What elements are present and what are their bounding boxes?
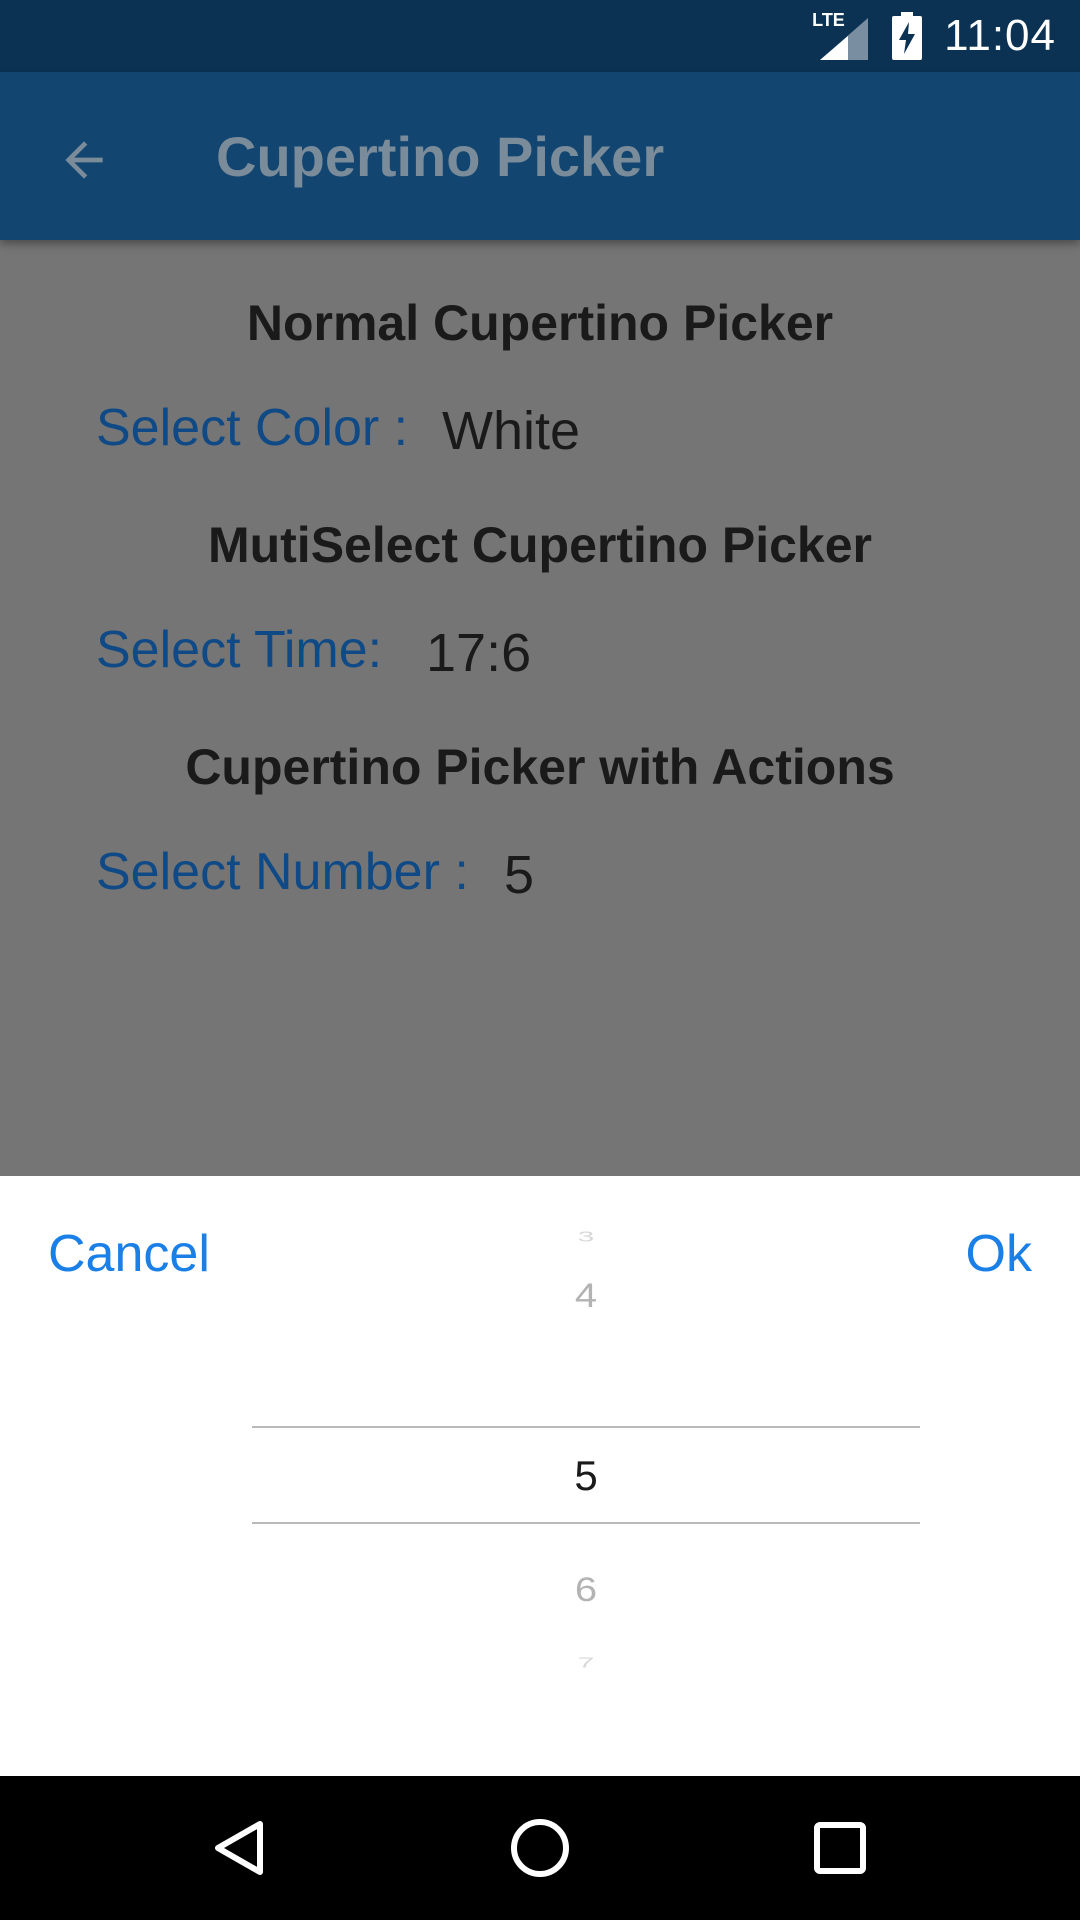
battery-charging-icon [892,12,923,60]
select-number-label[interactable]: Select Number : [96,842,469,902]
picker-item[interactable]: 6 [252,1571,920,1609]
navigation-bar [0,1776,1080,1920]
status-time: 11:04 [944,11,1056,60]
status-bar: LTE 11:04 [0,0,1080,72]
picker-selection-top-line [252,1426,920,1428]
app-bar: Cupertino Picker [0,72,1080,240]
ok-button[interactable]: Ok [966,1224,1032,1284]
nav-home-button[interactable] [504,1812,576,1884]
nav-recents-button[interactable] [804,1812,876,1884]
lte-signal-icon: LTE [812,10,870,60]
section-heading-normal: Normal Cupertino Picker [246,295,834,351]
recents-square-icon [814,1822,866,1874]
nav-back-button[interactable] [204,1812,276,1884]
section-heading-multiselect: MutiSelect Cupertino Picker [207,517,873,573]
select-color-label[interactable]: Select Color : [96,398,408,458]
main-content: Normal Cupertino Picker Select Color : W… [0,240,1080,1176]
home-circle-icon [511,1819,569,1877]
cancel-button[interactable]: Cancel [48,1224,210,1284]
picker-item[interactable]: 4 [252,1277,920,1315]
picker-bottom-sheet: Cancel Ok 3 4 5 6 7 [0,1176,1080,1776]
status-icons: LTE 11:04 [812,10,1056,61]
select-number-value[interactable]: 5 [504,844,534,906]
select-time-label[interactable]: Select Time: [96,620,382,680]
number-picker-wheel[interactable]: 3 4 5 6 7 [252,1176,920,1776]
page-title: Cupertino Picker [216,124,665,188]
picker-item-selected[interactable]: 5 [252,1452,920,1500]
picker-selection-bottom-line [252,1522,920,1524]
select-color-value[interactable]: White [442,400,580,462]
select-time-value[interactable]: 17:6 [426,622,531,684]
picker-item[interactable]: 3 [252,1229,920,1246]
arrow-back-icon [65,141,103,179]
picker-item[interactable]: 7 [252,1655,920,1672]
back-triangle-icon [215,1821,263,1875]
back-button[interactable] [40,116,128,204]
section-heading-actions: Cupertino Picker with Actions [185,739,895,795]
